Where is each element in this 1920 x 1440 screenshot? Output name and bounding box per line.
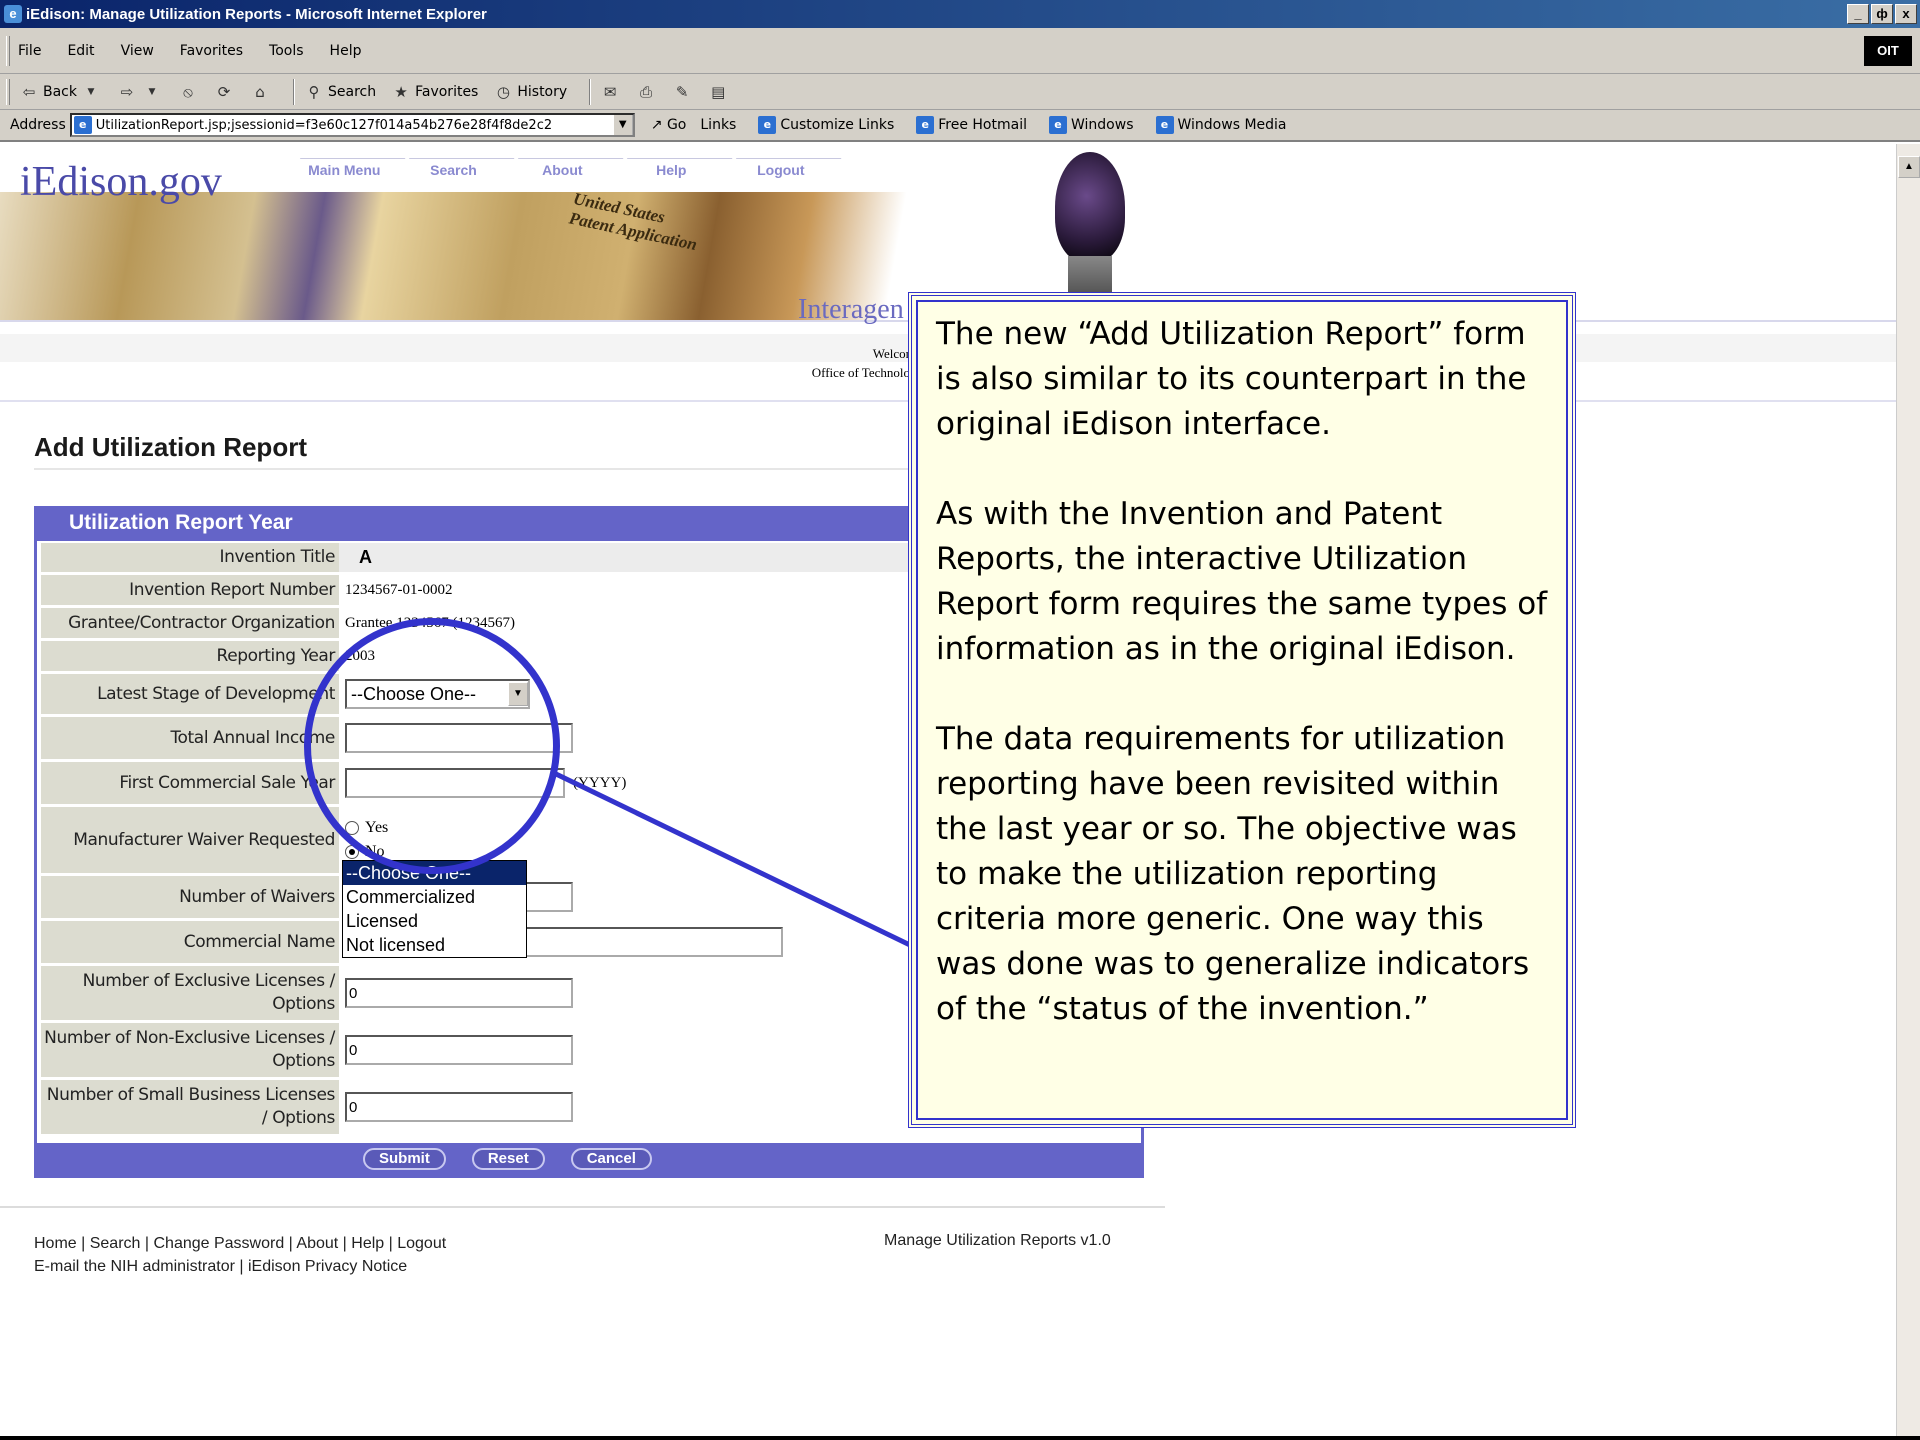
annotation-note: The new “Add Utilization Report” form is…: [908, 292, 1576, 1128]
note-paragraph: The new “Add Utilization Report” form is…: [936, 316, 1527, 442]
callout-line: [554, 771, 914, 949]
note-paragraph: As with the Invention and Patent Reports…: [936, 496, 1548, 667]
note-paragraph: The data requirements for utilization re…: [936, 721, 1530, 1027]
